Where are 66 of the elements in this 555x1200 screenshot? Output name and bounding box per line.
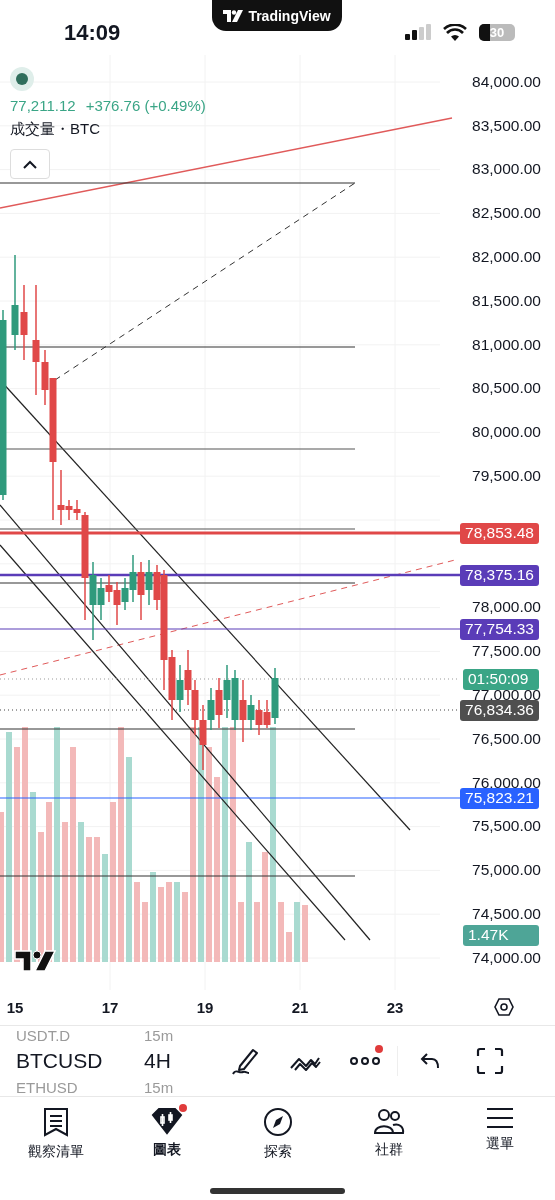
price-tick: 82,500.00	[472, 204, 541, 223]
volume-bar	[142, 902, 148, 962]
time-tick: 15	[6, 999, 24, 1016]
signal-icon	[405, 23, 431, 42]
volume-bar	[302, 905, 308, 962]
time-tick: 19	[196, 999, 214, 1016]
volume-label: 成交量・BTC	[10, 120, 101, 139]
settings-icon[interactable]	[494, 997, 514, 1017]
price-tag: 77,754.33	[460, 618, 539, 640]
volume-bar	[238, 902, 244, 962]
price-tick: 76,500.00	[472, 729, 541, 748]
symbol-item[interactable]: BTCUSD 4H	[16, 1043, 215, 1079]
price-tick: 81,500.00	[472, 291, 541, 310]
nav-tab[interactable]: 選單	[444, 1101, 555, 1171]
price-tag: 01:50:09	[463, 668, 539, 690]
price-tick: 83,500.00	[472, 116, 541, 135]
time-tick: 17	[101, 999, 119, 1016]
undo-icon	[420, 1052, 440, 1070]
price-tick: 79,500.00	[472, 467, 541, 486]
nav-tab[interactable]: 探索	[222, 1101, 333, 1171]
price-change: +376.76 (+0.49%)	[85, 97, 206, 114]
time-tick: 21	[291, 999, 309, 1016]
app-pill: TradingView	[212, 0, 342, 31]
price-tick: 75,000.00	[472, 861, 541, 880]
price-tick: 83,000.00	[472, 160, 541, 179]
pencil-icon	[231, 1046, 259, 1076]
price-tick: 80,500.00	[472, 379, 541, 398]
menu-icon	[485, 1107, 514, 1129]
nav-tab[interactable]: 圖表	[111, 1101, 222, 1171]
price-tick: 74,000.00	[472, 948, 541, 967]
people-icon	[372, 1107, 405, 1135]
price-tag: 1.47K	[463, 924, 539, 946]
nav-tab[interactable]: 社群	[333, 1101, 444, 1171]
fullscreen-icon	[476, 1047, 504, 1075]
candlestick-chart-icon	[150, 1107, 183, 1135]
compass-icon	[262, 1107, 293, 1137]
time-tick: 23	[386, 999, 404, 1016]
price-tick: 82,000.00	[472, 248, 541, 267]
last-price: 77,211.12	[10, 97, 76, 114]
more-icon	[350, 1056, 380, 1066]
price-tick: 77,500.00	[472, 642, 541, 661]
volume-bar	[182, 892, 188, 962]
battery-icon: 30	[479, 24, 515, 41]
price-tag: 75,823.21	[460, 787, 539, 809]
price-tick: 81,000.00	[472, 335, 541, 354]
bookmark-list-icon	[42, 1107, 69, 1137]
logo-icon	[14, 950, 56, 972]
logo-icon	[223, 9, 244, 22]
volume-bar	[294, 902, 300, 962]
price-tick: 74,500.00	[472, 905, 541, 924]
volume-bar	[286, 932, 292, 962]
price-tick: 78,000.00	[472, 598, 541, 617]
price-tag: 78,853.48	[460, 522, 539, 544]
volume-bar	[254, 902, 260, 962]
price-tag: 76,834.36	[460, 699, 539, 721]
volume-bar	[278, 902, 284, 962]
price-tick: 75,500.00	[472, 817, 541, 836]
chevron-up-icon	[23, 159, 37, 169]
collapse-button[interactable]	[10, 149, 50, 179]
price-tick: 80,000.00	[472, 423, 541, 442]
wifi-icon	[443, 23, 467, 42]
price-tick: 84,000.00	[472, 72, 541, 91]
price-tag: 78,375.16	[460, 564, 539, 586]
clock: 14:09	[64, 18, 121, 46]
nav-tab[interactable]: 觀察清單	[0, 1101, 111, 1171]
status-dot-icon	[10, 67, 34, 91]
